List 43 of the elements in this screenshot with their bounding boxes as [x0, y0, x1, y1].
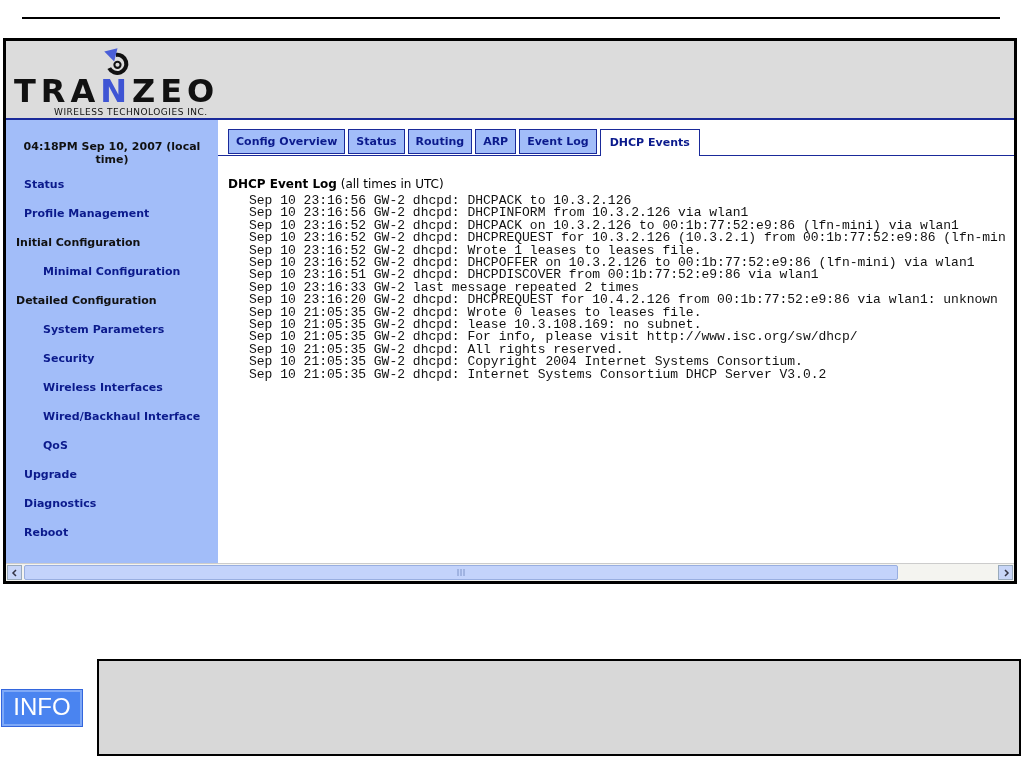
- log-line: Sep 10 21:05:35 GW-2 dhcpd: All rights reserved.: [249, 343, 624, 357]
- nav-link[interactable]: Wired/Backhaul Interface: [43, 410, 201, 423]
- log-line: Sep 10 21:05:35 GW-2 dhcpd: Wrote 0 leases to leases file.: [249, 306, 702, 320]
- nav-link[interactable]: Wireless Interfaces: [43, 381, 163, 394]
- nav-link[interactable]: Status: [24, 178, 65, 191]
- log-line: Sep 10 21:05:35 GW-2 dhcpd: lease 10.3.108.169: no subnet.: [249, 319, 702, 332]
- nav-link[interactable]: QoS: [43, 439, 68, 452]
- clock-text: 04:18PM Sep 10, 2007 (local time): [22, 140, 202, 166]
- scroll-left-icon[interactable]: [7, 565, 22, 580]
- scroll-thumb[interactable]: [24, 565, 898, 580]
- nav-link[interactable]: Minimal Configuration: [43, 265, 181, 278]
- tab[interactable]: ARP: [475, 129, 517, 154]
- log-title: DHCP Event Log (all times in UTC): [228, 176, 445, 192]
- tab[interactable]: Config Overview: [228, 129, 346, 154]
- logo-wordmark: TRA N ZEO: [14, 76, 220, 106]
- tab[interactable]: Status: [348, 129, 405, 154]
- horizontal-scrollbar[interactable]: [6, 563, 1014, 581]
- nav-section-heading: Initial Configuration: [16, 236, 141, 249]
- log-line: Sep 10 23:16:52 GW-2 dhcpd: DHCPREQUEST for 10.3.2.126 (10.3.2.1) from 00:1b:77:52:e9:86 (lfn-min: [249, 232, 1006, 245]
- log-line: Sep 10 23:16:52 GW-2 dhcpd: DHCPOFFER on 10.3.2.126 to 00:1b:77:52:e9:86 (lfn-mini) via wlan1: [249, 257, 975, 270]
- log-line: Sep 10 23:16:56 GW-2 dhcpd: DHCPACK to 10.3.2.126: [249, 195, 632, 208]
- tab[interactable]: Event Log: [519, 129, 597, 154]
- log-line: Sep 10 23:16:56 GW-2 dhcpd: DHCPINFORM from 10.3.2.126 via wlan1: [249, 207, 749, 220]
- nav-section-heading: Detailed Configuration: [16, 294, 157, 307]
- log-line: Sep 10 23:16:51 GW-2 dhcpd: DHCPDISCOVER from 00:1b:77:52:e9:86 via wlan1: [249, 269, 819, 282]
- nav-link[interactable]: System Parameters: [43, 323, 165, 336]
- logo-tagline: WIRELESS TECHNOLOGIES INC.: [54, 106, 208, 118]
- log-line: Sep 10 23:16:52 GW-2 dhcpd: Wrote 1 leases to leases file.: [249, 244, 702, 258]
- log-line: Sep 10 21:05:35 GW-2 dhcpd: Internet Systems Consortium DHCP Server V3.0.2: [249, 368, 827, 382]
- scroll-right-icon[interactable]: [998, 565, 1013, 580]
- nav-link[interactable]: Security: [43, 352, 95, 365]
- tab[interactable]: DHCP Events: [599, 129, 700, 156]
- log-line: Sep 10 21:05:35 GW-2 dhcpd: For info, please visit http://www.isc.org/sw/dhcp/: [249, 331, 858, 344]
- info-badge: INFO: [2, 689, 82, 726]
- tab[interactable]: Routing: [407, 129, 473, 154]
- nav-link[interactable]: Reboot: [24, 526, 69, 539]
- nav-link[interactable]: Diagnostics: [24, 497, 97, 510]
- log-line: Sep 10 23:16:52 GW-2 dhcpd: DHCPACK on 10.3.2.126 to 00:1b:77:52:e9:86 (lfn-mini) via wlan1: [249, 219, 959, 233]
- log-line: Sep 10 23:16:20 GW-2 dhcpd: DHCPREQUEST for 10.4.2.126 from 00:1b:77:52:e9:86 via wlan1: unknown: [249, 294, 998, 307]
- nav-link[interactable]: Profile Management: [24, 207, 150, 220]
- nav-link[interactable]: Upgrade: [24, 468, 77, 481]
- log-line: Sep 10 21:05:35 GW-2 dhcpd: Copyright 2004 Internet Systems Consortium.: [249, 356, 803, 369]
- log-line: Sep 10 23:16:33 GW-2 last message repeated 2 times: [249, 281, 640, 295]
